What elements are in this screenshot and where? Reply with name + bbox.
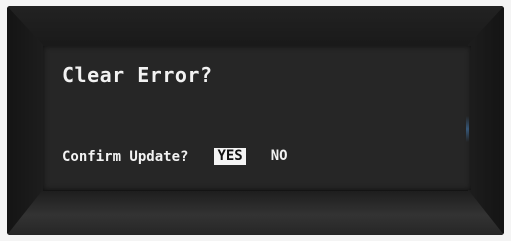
- no-option[interactable]: NO: [268, 148, 291, 165]
- confirm-prompt-label: Confirm Update?: [62, 148, 189, 165]
- device-housing: Clear Error? Confirm Update? YES NO: [7, 6, 504, 235]
- screen-glare: [466, 116, 469, 142]
- bezel-bottom: [7, 191, 504, 235]
- lcd-screen: Clear Error? Confirm Update? YES NO: [43, 46, 471, 190]
- yes-option[interactable]: YES: [214, 148, 246, 165]
- dialog-title: Clear Error?: [62, 63, 213, 87]
- bezel-top: [7, 6, 504, 44]
- confirm-prompt-row: Confirm Update? YES NO: [62, 148, 291, 165]
